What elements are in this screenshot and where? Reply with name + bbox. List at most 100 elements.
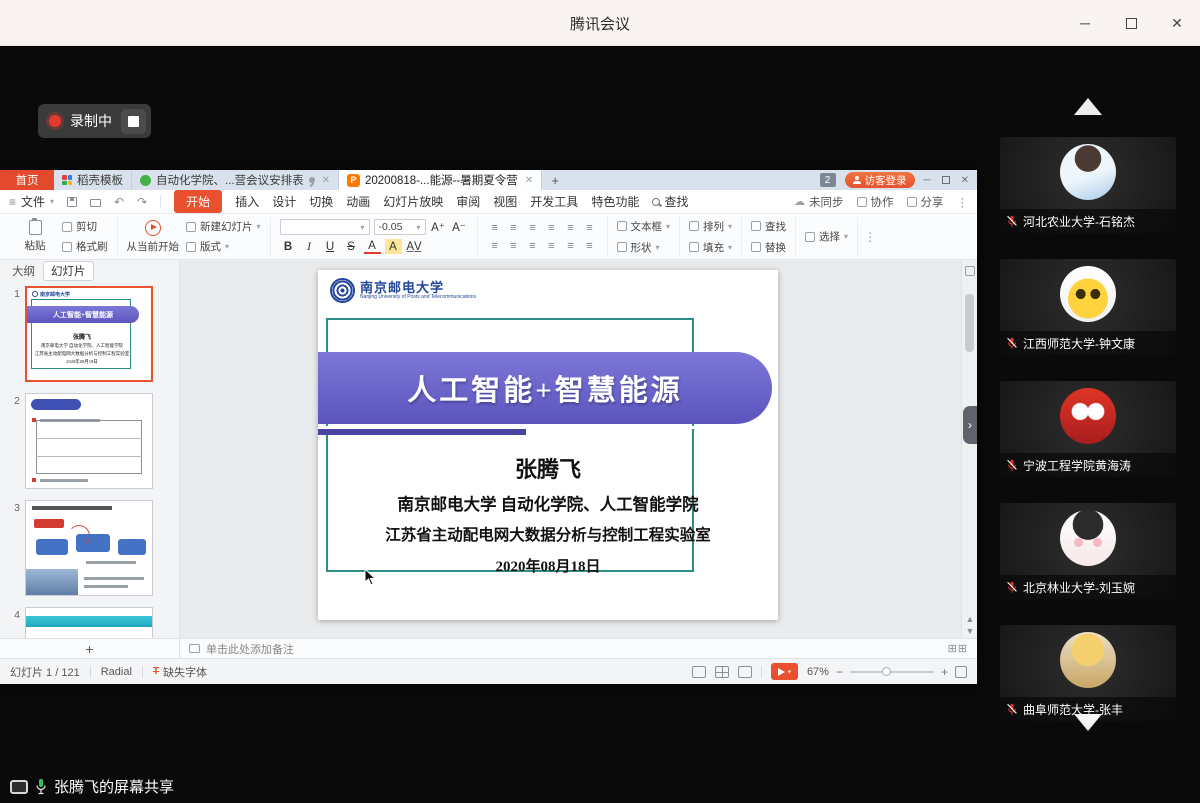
strikethrough-button[interactable]: S <box>343 239 360 254</box>
bold-button[interactable]: B <box>280 239 297 254</box>
stop-recording-button[interactable] <box>121 109 146 134</box>
menu-tab-slideshow[interactable]: 幻灯片放映 <box>383 193 443 210</box>
more-menu-icon[interactable]: ⋮ <box>957 195 969 209</box>
scroll-down-icon[interactable]: ▼ <box>962 626 977 636</box>
slide-thumbnail-3[interactable] <box>25 500 153 596</box>
underline-button[interactable]: U <box>322 239 339 254</box>
sidebar-tool-icon[interactable] <box>965 266 975 276</box>
zoom-slider[interactable] <box>850 671 934 673</box>
new-tab-button[interactable]: + <box>542 170 568 190</box>
scroll-up-icon[interactable]: ▲ <box>962 614 977 624</box>
participants-scroll-up-icon[interactable] <box>1074 98 1102 115</box>
close-tab-icon[interactable]: ✕ <box>525 175 533 186</box>
paste-button[interactable]: 粘贴 <box>15 220 55 253</box>
maximize-button[interactable] <box>1108 0 1154 46</box>
slide-thumbnail-1[interactable]: 南京邮电大学 人工智能+智慧能源 张腾飞 南京邮电大学 自动化学院、人工智能学院… <box>25 286 153 382</box>
sync-status[interactable]: ☁ 未同步 <box>794 194 844 210</box>
wps-close-button[interactable]: ✕ <box>961 175 969 186</box>
close-button[interactable]: ✕ <box>1154 0 1200 46</box>
layout-button[interactable]: 版式▾ <box>186 239 261 254</box>
slide-thumbnail-4[interactable] <box>25 607 153 638</box>
new-slide-button[interactable]: 新建幻灯片▾ <box>186 219 261 234</box>
zoom-out-icon[interactable]: − <box>836 665 843 679</box>
tab-doc-schedule[interactable]: 自动化学院、...营会议安排表 ✕ <box>132 170 339 190</box>
decrease-font-icon[interactable]: A⁻ <box>451 220 468 235</box>
font-family-select[interactable]: ▾ <box>280 219 370 235</box>
pin-icon[interactable] <box>309 177 315 183</box>
thumbnail-list[interactable]: 1 南京邮电大学 人工智能+智慧能源 张腾飞 南京邮电大学 自动化学院、人工智能… <box>0 282 179 638</box>
columns-icon[interactable]: ≡ <box>563 238 579 253</box>
menu-tab-view[interactable]: 视图 <box>493 193 517 210</box>
panel-expand-chevron[interactable]: › <box>963 406 977 444</box>
zoom-in-icon[interactable]: + <box>941 665 948 679</box>
menu-tab-home[interactable]: 开始 <box>174 190 222 213</box>
wps-minimize-button[interactable]: ─ <box>924 175 931 186</box>
align-left-icon[interactable]: ≡ <box>487 238 503 253</box>
replace-button[interactable]: 替换 <box>751 240 786 255</box>
align-center-icon[interactable]: ≡ <box>506 238 522 253</box>
current-slide[interactable]: 南京邮电大学 Nanjing University of Posts and T… <box>318 270 778 620</box>
menu-tab-design[interactable]: 设计 <box>272 193 296 210</box>
keyboard-grid-icon[interactable]: ⊞⊞ <box>948 642 968 655</box>
collaborate-button[interactable]: 协作 <box>857 194 894 210</box>
slide-sorter-view-icon[interactable] <box>715 666 729 678</box>
menu-tab-transition[interactable]: 切换 <box>309 193 333 210</box>
select-button[interactable]: 选择▾ <box>805 229 848 244</box>
increase-font-icon[interactable]: A⁺ <box>430 220 447 235</box>
align-right-icon[interactable]: ≡ <box>525 238 541 253</box>
guest-login-button[interactable]: 访客登录 <box>845 172 915 188</box>
file-menu[interactable]: ≡ 文件 ▾ <box>9 193 54 210</box>
tab-slides[interactable]: 幻灯片 <box>43 261 94 281</box>
character-spacing-button[interactable]: A̲V̲ <box>406 239 423 254</box>
slide-thumbnail-2[interactable] <box>25 393 153 489</box>
text-box-button[interactable]: 文本框▾ <box>617 219 671 234</box>
menu-tab-features[interactable]: 特色功能 <box>591 193 639 210</box>
window-count-badge[interactable]: 2 <box>820 173 836 187</box>
indent-increase-icon[interactable]: ≡ <box>544 220 560 235</box>
justify-icon[interactable]: ≡ <box>544 238 560 253</box>
arrange-button[interactable]: 排列▾ <box>689 219 732 234</box>
minimize-button[interactable]: ─ <box>1062 0 1108 46</box>
play-slideshow-button[interactable]: ▾ <box>771 663 798 680</box>
text-direction-icon[interactable]: ≡ <box>582 220 598 235</box>
participant-card[interactable]: 河北农业大学-石铭杰 <box>1000 137 1176 233</box>
find-menu[interactable]: 查找 <box>652 193 688 210</box>
italic-button[interactable]: I <box>301 239 318 254</box>
line-spacing-icon[interactable]: ≡ <box>563 220 579 235</box>
missing-font-warning[interactable]: T 缺失字体 <box>153 664 207 680</box>
reading-view-icon[interactable] <box>738 666 752 678</box>
print-icon[interactable] <box>90 197 101 207</box>
menu-tab-devtools[interactable]: 开发工具 <box>530 193 578 210</box>
wps-maximize-button[interactable] <box>942 176 950 184</box>
participant-card[interactable]: 曲阜师范大学-张丰 <box>1000 625 1176 721</box>
slide-canvas-area[interactable]: 南京邮电大学 Nanjing University of Posts and T… <box>180 260 977 638</box>
tab-outline[interactable]: 大纲 <box>12 263 35 279</box>
notes-bar[interactable]: 单击此处添加备注 ⊞⊞ <box>180 639 977 658</box>
menu-tab-review[interactable]: 审阅 <box>456 193 480 210</box>
tab-wps-home[interactable]: 首页 <box>0 170 54 190</box>
zoom-slider-knob[interactable] <box>882 667 891 676</box>
menu-tab-animation[interactable]: 动画 <box>346 193 370 210</box>
bullets-icon[interactable]: ≡ <box>487 220 503 235</box>
participants-scroll-down-icon[interactable] <box>1074 714 1102 731</box>
save-icon[interactable] <box>67 197 77 207</box>
shape-button[interactable]: 形状▾ <box>617 240 671 255</box>
close-tab-icon[interactable]: ✕ <box>322 175 330 186</box>
participant-card[interactable]: 宁波工程学院黄海涛 <box>1000 381 1176 477</box>
align-objects-icon[interactable]: ≡ <box>582 238 598 253</box>
highlight-color-button[interactable]: A <box>385 239 402 254</box>
add-slide-plus-button[interactable]: + <box>0 639 180 658</box>
fit-to-window-icon[interactable] <box>955 666 967 678</box>
normal-view-icon[interactable] <box>692 666 706 678</box>
tab-templates[interactable]: 稻壳模板 <box>54 170 132 190</box>
indent-decrease-icon[interactable]: ≡ <box>525 220 541 235</box>
menu-tab-insert[interactable]: 插入 <box>235 193 259 210</box>
tab-doc-presentation[interactable]: P 20200818-...能源--暑期夏令营 ✕ <box>339 170 542 190</box>
cut-button[interactable]: 剪切 <box>62 219 108 234</box>
vertical-scrollbar[interactable] <box>965 294 974 352</box>
redo-icon[interactable]: ↷ <box>137 195 147 209</box>
undo-icon[interactable]: ↶ <box>114 195 124 209</box>
fill-button[interactable]: 填充▾ <box>689 240 732 255</box>
font-color-button[interactable]: A <box>364 239 381 254</box>
font-size-select[interactable]: -0.05▾ <box>374 219 426 235</box>
